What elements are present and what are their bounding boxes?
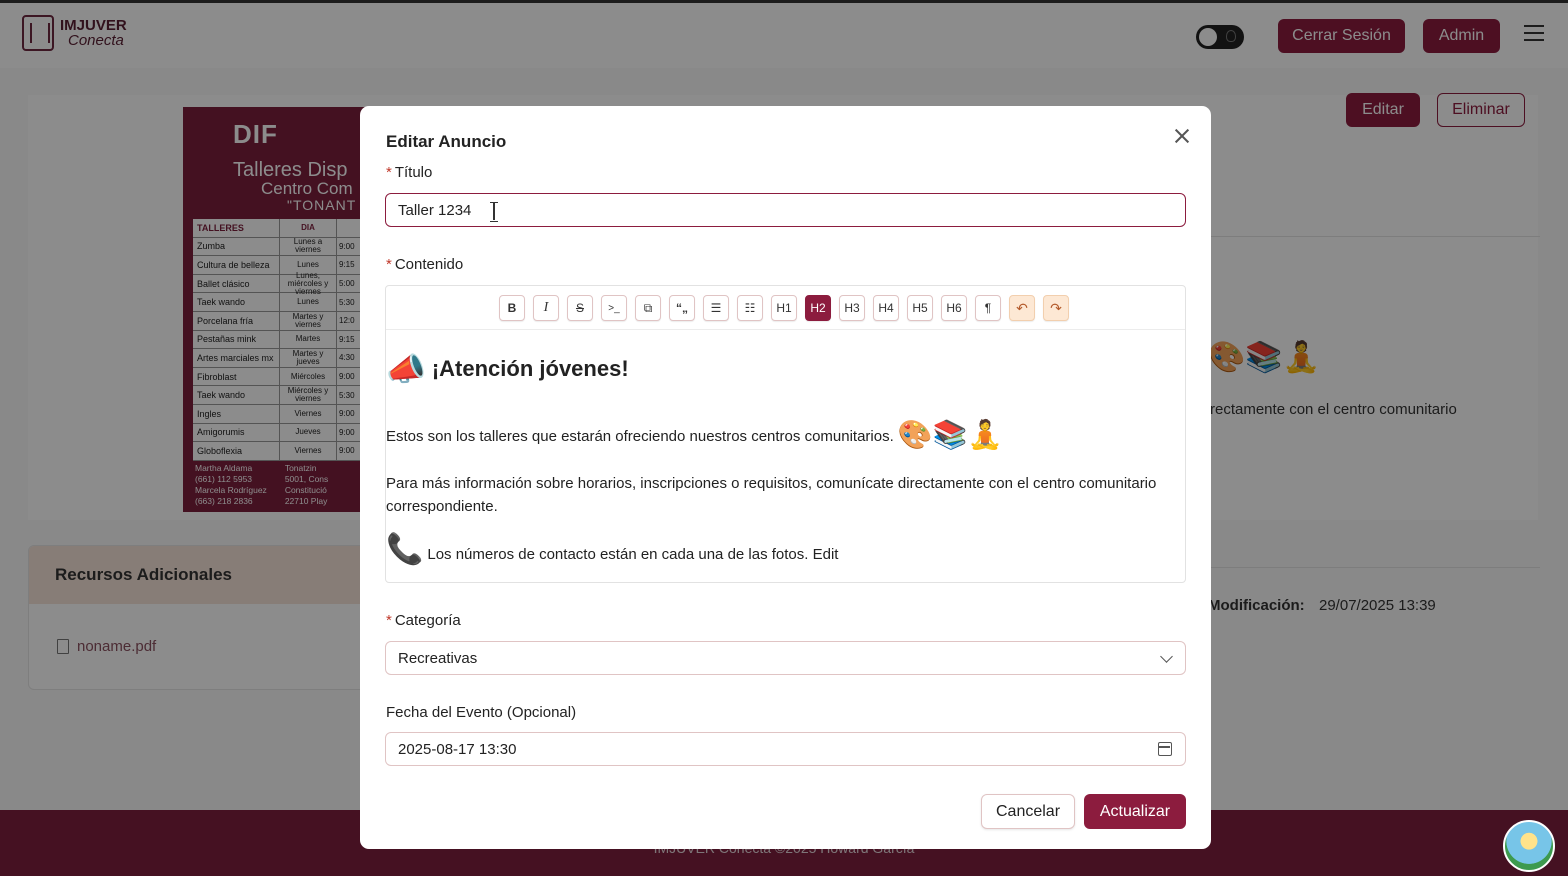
strikethrough-button[interactable]: S bbox=[567, 295, 593, 321]
ordered-list-button[interactable]: ☷ bbox=[737, 295, 763, 321]
edit-announcement-modal: Editar Anuncio *Título *Contenido B I S … bbox=[360, 106, 1211, 849]
heading-3-button[interactable]: H3 bbox=[839, 295, 865, 321]
heading-1-button[interactable]: H1 bbox=[771, 295, 797, 321]
assistant-avatar-icon[interactable] bbox=[1503, 820, 1555, 872]
update-button[interactable]: Actualizar bbox=[1084, 794, 1186, 829]
event-date-picker[interactable]: 2025-08-17 13:30 bbox=[385, 732, 1186, 766]
calendar-icon[interactable] bbox=[1158, 742, 1172, 756]
rich-text-editor[interactable]: B I S >_ ⧉ “„ ☰ ☷ H1 H2 H3 H4 H5 H6 ¶ ↶ … bbox=[385, 285, 1186, 583]
heading-6-button[interactable]: H6 bbox=[941, 295, 967, 321]
undo-button[interactable]: ↶ bbox=[1009, 295, 1035, 321]
italic-button[interactable]: I bbox=[533, 295, 559, 321]
category-field-label: * Categoría bbox=[386, 612, 461, 629]
category-select[interactable]: Recreativas bbox=[385, 641, 1186, 675]
heading-2-button[interactable]: H2 bbox=[805, 295, 831, 321]
content-heading: 📣 ¡Atención jóvenes! bbox=[386, 351, 629, 387]
content-paragraph: Estos son los talleres que estarán ofrec… bbox=[386, 419, 1003, 450]
title-field-label: * Título bbox=[386, 164, 433, 181]
activities-emoji-icons: 🎨📚🧘 bbox=[897, 419, 1003, 450]
chevron-down-icon bbox=[1160, 650, 1173, 663]
heading-5-button[interactable]: H5 bbox=[907, 295, 933, 321]
content-paragraph: 📞 Los números de contacto están en cada … bbox=[386, 533, 839, 566]
modal-title: Editar Anuncio bbox=[386, 132, 507, 151]
phone-icon: 📞 bbox=[386, 533, 424, 566]
bold-button[interactable]: B bbox=[499, 295, 525, 321]
text-cursor-icon bbox=[490, 202, 498, 222]
heading-4-button[interactable]: H4 bbox=[873, 295, 899, 321]
title-input[interactable] bbox=[385, 193, 1186, 227]
blockquote-button[interactable]: “„ bbox=[669, 295, 695, 321]
event-date-value: 2025-08-17 13:30 bbox=[398, 740, 517, 758]
editor-toolbar: B I S >_ ⧉ “„ ☰ ☷ H1 H2 H3 H4 H5 H6 ¶ ↶ … bbox=[386, 286, 1185, 330]
date-field-label: Fecha del Evento (Opcional) bbox=[386, 704, 577, 721]
bullet-list-button[interactable]: ☰ bbox=[703, 295, 729, 321]
paragraph-format-button[interactable]: ¶ bbox=[975, 295, 1001, 321]
redo-button[interactable]: ↷ bbox=[1043, 295, 1069, 321]
content-paragraph: Para más información sobre horarios, ins… bbox=[386, 475, 1157, 515]
code-block-button[interactable]: ⧉ bbox=[635, 295, 661, 321]
content-field-label: * Contenido bbox=[386, 256, 464, 273]
category-selected-value: Recreativas bbox=[398, 649, 478, 667]
close-icon[interactable] bbox=[1172, 126, 1192, 146]
cancel-button[interactable]: Cancelar bbox=[981, 794, 1075, 829]
code-button[interactable]: >_ bbox=[601, 295, 627, 321]
megaphone-icon: 📣 bbox=[386, 351, 426, 387]
